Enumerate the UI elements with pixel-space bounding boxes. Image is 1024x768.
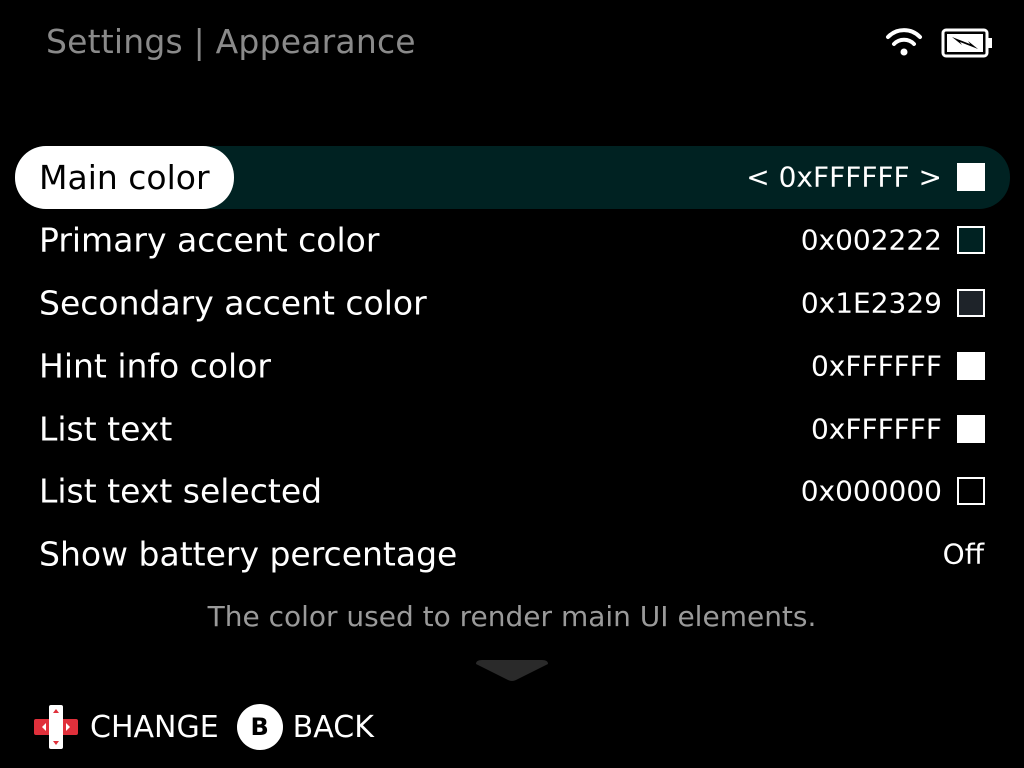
setting-value[interactable]: < 0xFFFFFF > [746,161,942,194]
setting-row-show-battery-percentage[interactable]: Show battery percentage Off [15,523,1010,586]
setting-label: Show battery percentage [39,534,458,574]
b-button-glyph: B [250,713,269,741]
setting-label: Secondary accent color [39,283,427,323]
selected-label-pill: Main color [15,146,234,209]
setting-row-primary-accent-color[interactable]: Primary accent color 0x002222 [15,209,1010,272]
settings-list: Main color < 0xFFFFFF > Primary accent c… [15,146,1010,586]
setting-label: Primary accent color [39,220,380,260]
setting-label: List text selected [39,471,323,511]
setting-row-list-text-selected[interactable]: List text selected 0x000000 [15,460,1010,523]
setting-value: 0xFFFFFF [810,349,942,383]
color-swatch [957,477,985,506]
setting-value: 0x002222 [800,223,942,257]
color-swatch [957,288,985,317]
page-title: Settings | Appearance [46,22,416,61]
setting-value: 0x000000 [800,474,942,508]
footer-hints: CHANGE B BACK [32,703,392,751]
battery-charging-icon [941,28,992,58]
color-swatch [957,226,985,255]
color-swatch [957,351,985,380]
setting-row-secondary-accent-color[interactable]: Secondary accent color 0x1E2329 [15,272,1010,335]
setting-label: List text [39,409,173,449]
color-swatch [957,163,985,192]
back-hint-label: BACK [292,709,374,745]
setting-value: 0x1E2329 [800,286,942,320]
setting-value: Off [942,537,984,571]
scroll-down-arrow-icon [476,660,548,681]
change-hint-label: CHANGE [90,709,219,745]
setting-label: Main color [39,157,210,197]
color-swatch [957,414,985,443]
setting-row-list-text[interactable]: List text 0xFFFFFF [15,397,1010,460]
b-button-icon[interactable]: B [236,704,283,750]
setting-row-main-color[interactable]: Main color < 0xFFFFFF > [15,146,1010,209]
setting-row-hint-info-color[interactable]: Hint info color 0xFFFFFF [15,334,1010,397]
dpad-icon [34,705,78,749]
hint-text: The color used to render main UI element… [207,600,817,633]
setting-value: 0xFFFFFF [810,412,942,446]
setting-label: Hint info color [39,346,271,386]
wifi-icon [886,28,922,56]
